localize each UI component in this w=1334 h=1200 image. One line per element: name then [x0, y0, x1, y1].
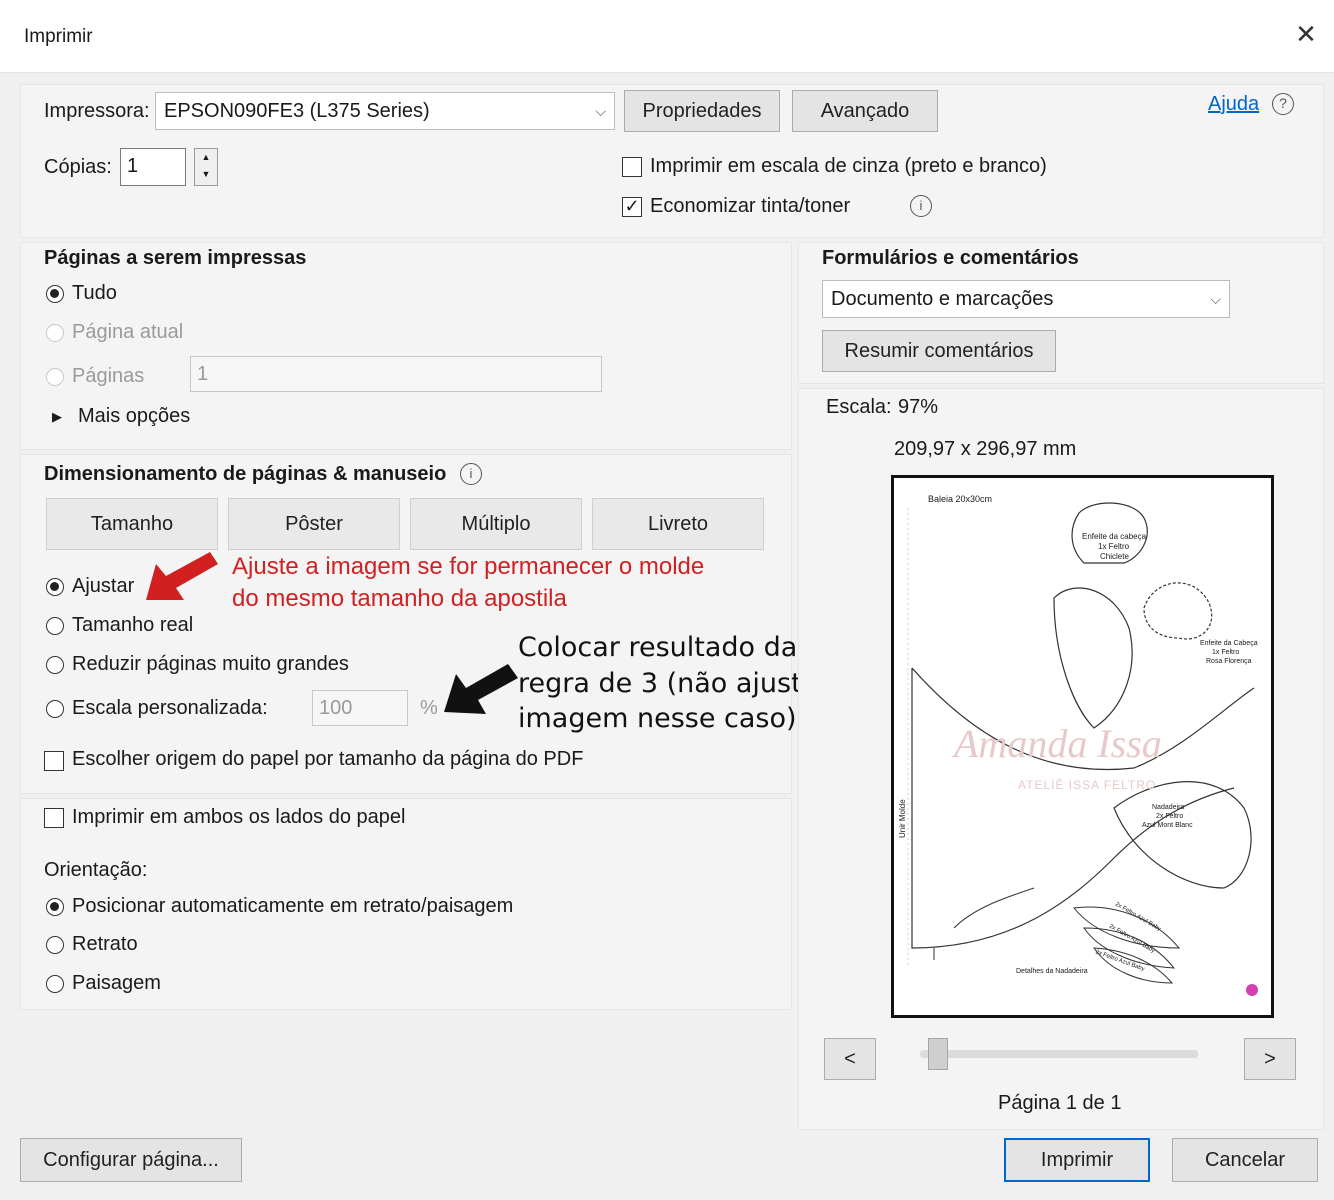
grayscale-checkbox[interactable] [622, 157, 642, 177]
save-ink-checkbox[interactable]: ✓ [622, 197, 642, 217]
scale-value: 97% [898, 396, 939, 418]
orientation-auto-label: Posicionar automaticamente em retrato/pa… [72, 895, 514, 917]
tab-booklet[interactable]: Livreto [592, 498, 764, 550]
title-bar [0, 0, 1334, 73]
custom-scale-label: Escala personalizada: [72, 697, 268, 719]
window-title: Imprimir [24, 26, 93, 47]
watermark-sub: ATELIÊ ISSA FELTRO [1018, 778, 1157, 792]
pages-range-input[interactable]: 1 [190, 356, 602, 392]
copies-input[interactable]: 1 [120, 148, 186, 186]
advanced-button[interactable]: Avançado [792, 90, 938, 132]
shrink-radio[interactable] [46, 656, 64, 674]
doc-part2-line1: Enfeite da Cabeça [1200, 640, 1258, 647]
forms-chevron-down-icon: ⌵ [1210, 291, 1221, 307]
annotation-black-line1: Colocar resultado da [518, 632, 798, 663]
properties-button[interactable]: Propriedades [624, 90, 780, 132]
annotation-red-line1: Ajuste a imagem se for permanecer o mold… [232, 553, 705, 580]
summarize-comments-button[interactable]: Resumir comentários [822, 330, 1056, 372]
cancel-button[interactable]: Cancelar [1172, 1138, 1318, 1182]
save-ink-label: Economizar tinta/toner [650, 195, 851, 217]
red-arrow-icon [146, 552, 218, 600]
actual-size-radio[interactable] [46, 617, 64, 635]
fit-label: Ajustar [72, 575, 135, 597]
copies-label: Cópias: [44, 156, 112, 178]
orientation-auto-radio[interactable] [46, 898, 64, 916]
pages-range-label: Páginas [72, 365, 145, 387]
copies-stepper[interactable]: ▲ ▼ [194, 148, 218, 186]
printer-select[interactable]: EPSON090FE3 (L375 Series) ⌵ [155, 92, 615, 130]
annotation-black-line2: regra de 3 (não ajusta [518, 668, 819, 699]
paper-source-checkbox[interactable] [44, 751, 64, 771]
doc-fin-line2: 2x Feltro [1156, 813, 1184, 820]
orientation-landscape-radio[interactable] [46, 975, 64, 993]
custom-scale-radio[interactable] [46, 700, 64, 718]
prev-page-button[interactable]: < [824, 1038, 876, 1080]
orientation-portrait-label: Retrato [72, 933, 138, 955]
annotation-red-line2: do mesmo tamanho da apostila [232, 585, 567, 612]
orientation-heading: Orientação: [44, 859, 148, 881]
doc-part1-line2: 1x Feltro [1098, 542, 1130, 551]
duplex-checkbox[interactable] [44, 808, 64, 828]
watermark: Amanda Issa [954, 721, 1162, 766]
print-button[interactable]: Imprimir [1004, 1138, 1150, 1182]
black-arrow-icon [444, 664, 518, 714]
tab-size[interactable]: Tamanho [46, 498, 218, 550]
page-indicator: Página 1 de 1 [998, 1092, 1122, 1114]
page-slider-track[interactable] [920, 1050, 1198, 1058]
info-icon[interactable]: i [910, 195, 932, 217]
pages-heading: Páginas a serem impressas [44, 247, 307, 269]
chevron-down-icon: ⌵ [595, 103, 606, 119]
pages-all-label: Tudo [72, 282, 117, 304]
shrink-label: Reduzir páginas muito grandes [72, 653, 349, 675]
page-slider-thumb[interactable] [927, 1038, 948, 1070]
doc-fin-line1: Nadadeira [1152, 804, 1185, 811]
tab-multiple[interactable]: Múltiplo [410, 498, 582, 550]
paper-source-label: Escolher origem do papel por tamanho da … [72, 748, 584, 770]
fit-radio[interactable] [46, 578, 64, 596]
sizing-heading: Dimensionamento de páginas & manuseio [44, 463, 447, 485]
page-dimensions: 209,97 x 296,97 mm [894, 438, 1077, 460]
help-icon[interactable]: ? [1272, 93, 1294, 115]
orientation-landscape-label: Paisagem [72, 972, 161, 994]
doc-part2-line3: Rosa Florença [1206, 658, 1252, 665]
pages-current-radio[interactable] [46, 324, 64, 342]
doc-part1-line1: Enfeite da cabeça [1082, 532, 1147, 541]
expand-triangle-icon[interactable]: ▶ [52, 409, 62, 425]
pages-all-radio[interactable] [46, 285, 64, 303]
doc-part1-line3: Chiclete [1100, 552, 1129, 561]
help-link[interactable]: Ajuda [1208, 93, 1259, 116]
printer-selected-value: EPSON090FE3 (L375 Series) [164, 100, 430, 122]
doc-details: Detalhes da Nadadeira [1016, 968, 1088, 975]
close-icon[interactable]: ✕ [1290, 18, 1322, 50]
custom-scale-input[interactable]: 100 [312, 690, 408, 726]
grayscale-label: Imprimir em escala de cinza (preto e bra… [650, 155, 1047, 177]
page-preview: Baleia 20x30cm Enfeite da cabeça 1x Felt… [891, 475, 1274, 1018]
pages-range-radio[interactable] [46, 368, 64, 386]
doc-side-text: Unir Molde [898, 799, 907, 838]
percent-label: % [420, 697, 438, 719]
annotation-black-line3: imagem nesse caso) [518, 703, 797, 734]
duplex-label: Imprimir em ambos os lados do papel [72, 806, 406, 828]
next-page-button[interactable]: > [1244, 1038, 1296, 1080]
tab-poster[interactable]: Pôster [228, 498, 400, 550]
page-setup-button[interactable]: Configurar página... [20, 1138, 242, 1182]
doc-title: Baleia 20x30cm [928, 494, 993, 504]
more-options-link[interactable]: Mais opções [78, 405, 190, 428]
pages-current-label: Página atual [72, 321, 184, 343]
forms-selected-value: Documento e marcações [831, 288, 1054, 310]
doc-fin-line3: Azul Mont Blanc [1142, 822, 1193, 829]
orientation-portrait-radio[interactable] [46, 936, 64, 954]
scale-label: Escala: [826, 396, 892, 418]
doc-part2-line2: 1x Feltro [1212, 649, 1240, 656]
sizing-info-icon[interactable]: i [460, 463, 482, 485]
actual-size-label: Tamanho real [72, 614, 194, 636]
forms-select[interactable]: Documento e marcações ⌵ [822, 280, 1230, 318]
printer-label: Impressora: [44, 100, 150, 122]
forms-heading: Formulários e comentários [822, 247, 1079, 269]
